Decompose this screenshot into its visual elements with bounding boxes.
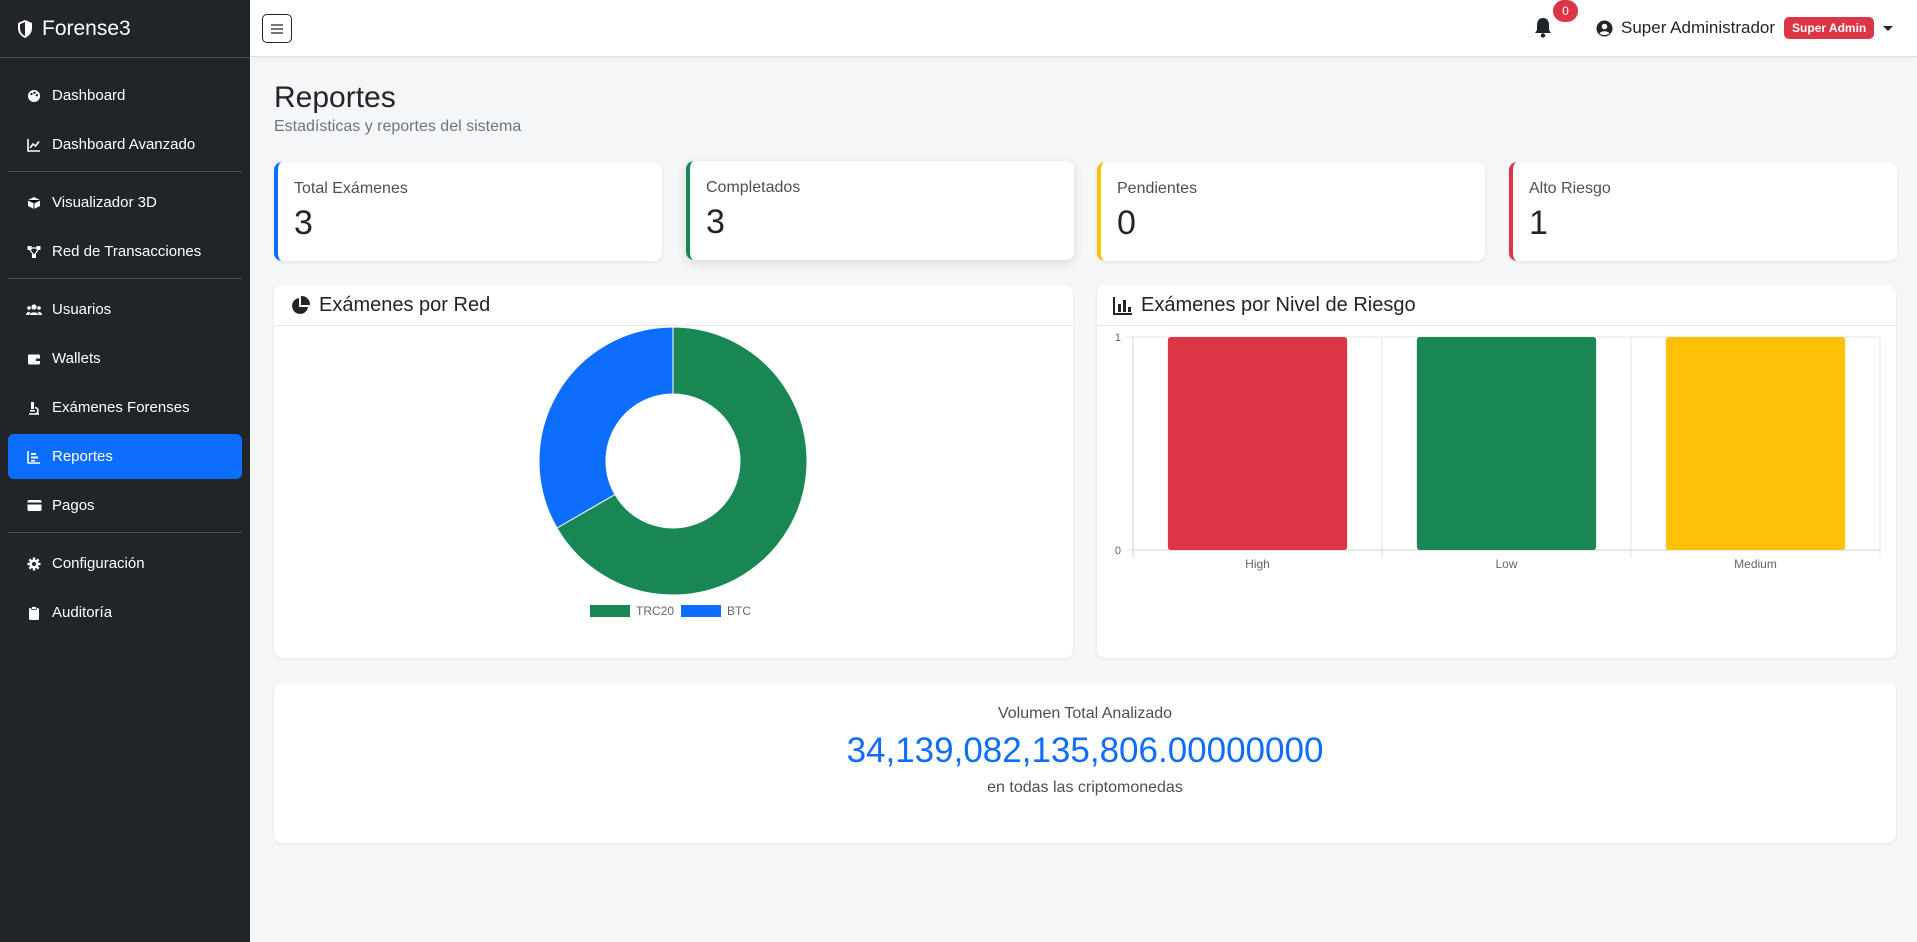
sidebar-item-label: Configuración [52, 555, 145, 572]
bar-low[interactable] [1416, 337, 1597, 550]
palette-icon [26, 88, 42, 104]
network-donut-chart: TRC20 BTC [538, 326, 808, 618]
sidebar-item-dashboard[interactable]: Dashboard [8, 73, 242, 118]
notification-count-badge: 0 [1553, 0, 1578, 22]
topbar: 0 Super Administrador Super Admin [250, 0, 1917, 57]
sidebar-item-visualizador-3d[interactable]: Visualizador 3D [8, 180, 242, 225]
user-circle-icon [1596, 20, 1613, 36]
stat-label: Completados [706, 179, 801, 196]
risk-bar-chart: 0 1 High Low Medium [1115, 332, 1881, 571]
volume-label: Volumen Total Analizado [997, 705, 1173, 722]
divider [8, 532, 242, 533]
pie-slice-btc[interactable] [538, 326, 674, 529]
network-icon [26, 244, 42, 260]
stat-card-pendientes: Pendientes 0 [1097, 162, 1485, 261]
sidebar-item-label: Visualizador 3D [52, 194, 157, 211]
y-tick-label: 0 [1115, 545, 1121, 557]
legend-swatch [681, 605, 721, 617]
network-chart-card: Exámenes por Red TRC20 BTC [274, 285, 1073, 658]
stat-card-total: Total Exámenes 3 [274, 162, 662, 261]
divider [8, 171, 242, 172]
page-subtitle: Estadísticas y reportes del sistema [274, 118, 522, 135]
sidebar-item-reportes[interactable]: Reportes [8, 434, 242, 479]
card-title: Exámenes por Red [319, 293, 491, 316]
stat-value: 3 [706, 203, 725, 241]
x-tick-label: Low [1495, 557, 1517, 571]
legend-swatch [590, 605, 630, 617]
hamburger-icon [271, 23, 283, 34]
sidebar-item-pagos[interactable]: Pagos [8, 483, 242, 528]
role-badge: Super Admin [1784, 17, 1875, 39]
pie-chart-icon [292, 295, 311, 314]
stat-value: 1 [1529, 204, 1548, 242]
stat-label: Alto Riesgo [1529, 180, 1611, 197]
bar-high[interactable] [1167, 337, 1348, 550]
clipboard-icon [26, 605, 42, 621]
shield-icon [18, 19, 32, 38]
sidebar-item-dashboard-avanzado[interactable]: Dashboard Avanzado [8, 122, 242, 167]
cube-icon [26, 195, 42, 211]
sidebar-item-wallets[interactable]: Wallets [8, 336, 242, 381]
sidebar-item-auditoria[interactable]: Auditoría [8, 590, 242, 635]
sidebar-item-label: Auditoría [52, 604, 113, 621]
card-header: Exámenes por Red [274, 285, 1073, 326]
x-tick-label: High [1245, 557, 1270, 571]
page-title: Reportes [274, 81, 396, 114]
bar-medium[interactable] [1665, 337, 1846, 550]
bar-chart-icon [26, 449, 42, 465]
brand-name: Forense3 [42, 16, 131, 40]
volume-note: en todas las criptomonedas [987, 779, 1183, 796]
x-tick-label: Medium [1734, 557, 1777, 571]
risk-chart-card: Exámenes por Nivel de Riesgo 0 1 High Low Me… [1097, 285, 1896, 658]
bell-icon [1535, 18, 1551, 38]
legend-label[interactable]: BTC [727, 604, 751, 618]
sidebar-item-label: Usuarios [52, 301, 112, 318]
sidebar-item-label: Reportes [52, 448, 113, 465]
sidebar-item-label: Dashboard [52, 87, 126, 104]
line-chart-icon [26, 137, 42, 153]
divider [8, 278, 242, 279]
sidebar-item-configuracion[interactable]: Configuración [8, 541, 242, 586]
volume-value: 34,139,082,135,806.00000000 [846, 731, 1324, 770]
sidebar-item-usuarios[interactable]: Usuarios [8, 287, 242, 332]
sidebar-item-label: Red de Transacciones [52, 243, 202, 260]
card-header: Exámenes por Nivel de Riesgo [1097, 285, 1896, 326]
brand[interactable]: Forense3 [0, 0, 250, 58]
notifications-button[interactable] [1533, 17, 1553, 43]
user-menu[interactable]: Super Administrador Super Admin [1596, 17, 1894, 39]
gear-icon [26, 556, 42, 572]
volume-card: Volumen Total Analizado 34,139,082,135,8… [274, 683, 1896, 843]
sidebar-item-label: Wallets [52, 350, 101, 367]
sidebar-item-label: Pagos [52, 497, 95, 514]
users-icon [26, 302, 42, 318]
sidebar: Forense3 Dashboard Dashboard Avanzado Vi… [0, 0, 250, 942]
card-title: Exámenes por Nivel de Riesgo [1141, 293, 1416, 316]
credit-card-icon [26, 498, 42, 514]
stat-card-completados: Completados 3 [686, 161, 1074, 260]
sidebar-toggle-button[interactable] [262, 14, 292, 43]
sidebar-item-label: Dashboard Avanzado [52, 136, 196, 153]
stat-label: Pendientes [1117, 180, 1198, 197]
sidebar-item-examenes-forenses[interactable]: Exámenes Forenses [8, 385, 242, 430]
user-name: Super Administrador [1621, 18, 1776, 37]
y-tick-label: 1 [1115, 332, 1121, 344]
stat-value: 3 [294, 204, 313, 242]
wallet-icon [26, 351, 42, 367]
sidebar-item-red-transacciones[interactable]: Red de Transacciones [8, 229, 242, 274]
chevron-down-icon [1883, 25, 1894, 31]
bar-chart-icon [1113, 296, 1132, 315]
microscope-icon [26, 400, 42, 416]
legend-label[interactable]: TRC20 [636, 604, 674, 618]
sidebar-item-label: Exámenes Forenses [52, 399, 190, 416]
sidebar-nav: Dashboard Dashboard Avanzado Visualizado… [0, 58, 250, 635]
stat-card-alto-riesgo: Alto Riesgo 1 [1509, 162, 1897, 261]
stat-label: Total Exámenes [294, 180, 408, 197]
stat-value: 0 [1117, 204, 1136, 242]
